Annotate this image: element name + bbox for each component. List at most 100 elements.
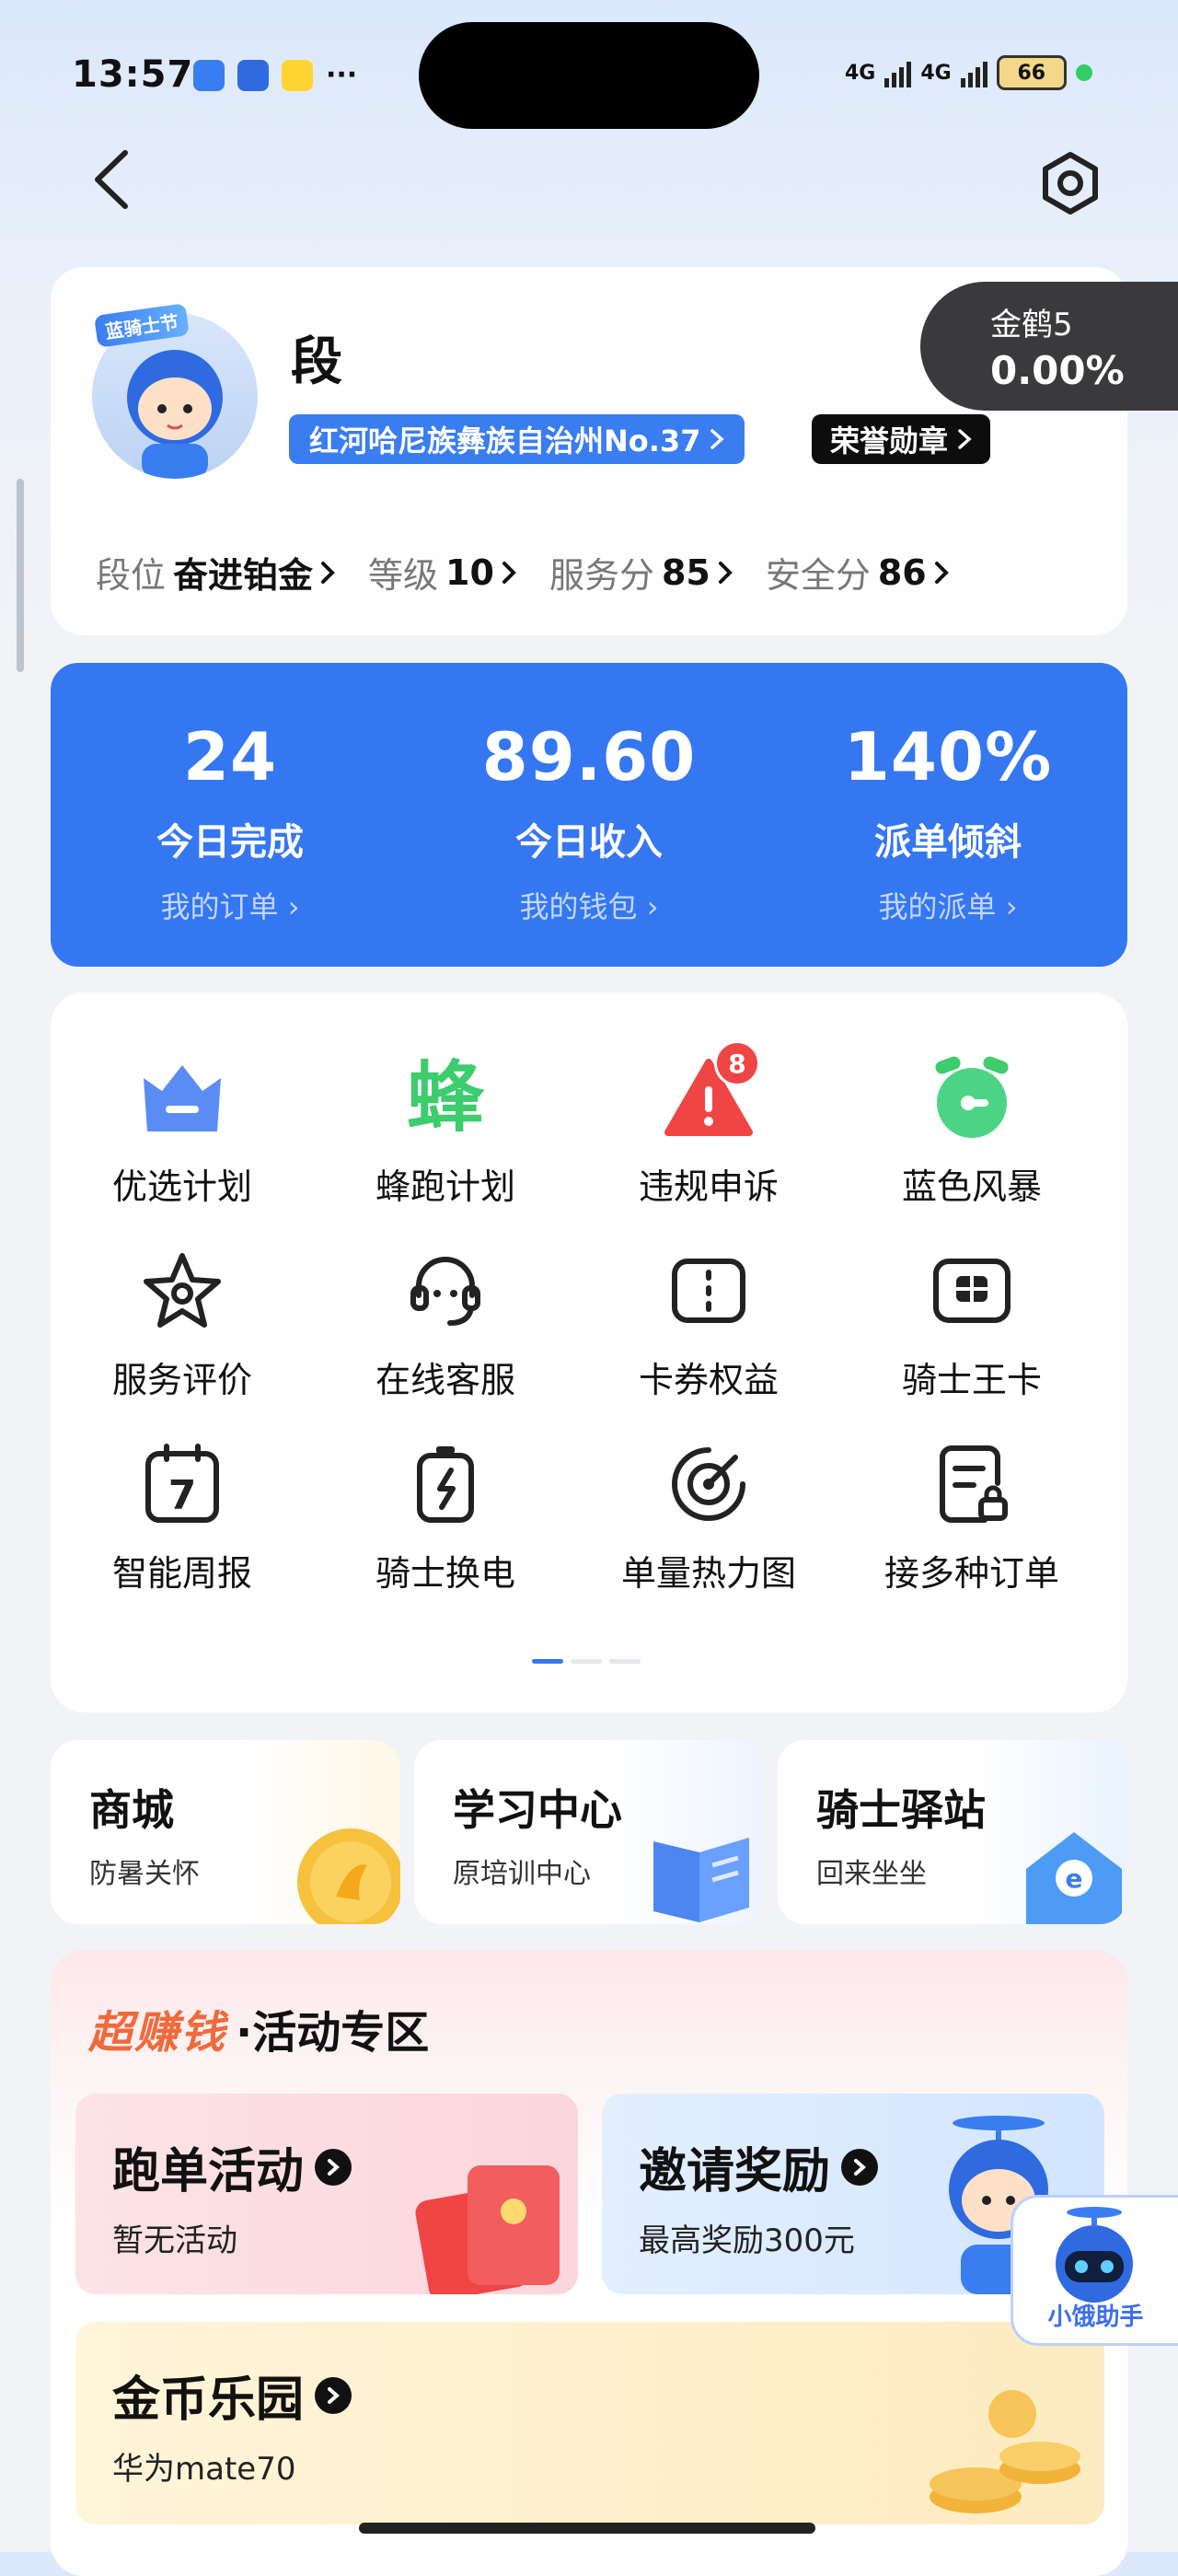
pager-dot bbox=[609, 1659, 641, 1664]
run-activity-subtitle: 暂无活动 bbox=[112, 2222, 237, 2259]
chevron-right-icon bbox=[710, 429, 725, 449]
chevron-right-icon bbox=[841, 2148, 879, 2186]
grid-item-label: 智能周报 bbox=[111, 1553, 252, 1594]
stat-key: 服务分 bbox=[549, 555, 654, 596]
summary-link[interactable]: 我的订单 › bbox=[51, 884, 410, 926]
summary-link[interactable]: 我的钱包 › bbox=[410, 884, 768, 926]
grid-item-blue-storm[interactable]: 蓝色风暴 bbox=[840, 1051, 1103, 1209]
run-activity-title: 跑单活动 bbox=[112, 2144, 305, 2199]
dynamic-island bbox=[419, 22, 759, 129]
bee-run-icon: 蜂 bbox=[406, 1052, 484, 1143]
grid-item-label: 蓝色风暴 bbox=[901, 1166, 1042, 1207]
signal-icon bbox=[884, 58, 912, 87]
grid-item-label: 违规申诉 bbox=[638, 1166, 779, 1207]
stat-value: 85 bbox=[661, 551, 710, 593]
summary-completed[interactable]: 24 今日完成 我的订单 › bbox=[51, 718, 410, 926]
summary-number: 89.60 bbox=[481, 718, 697, 795]
grid-item-multi-orders[interactable]: 接多种订单 bbox=[840, 1438, 1103, 1595]
gold-coin-icon bbox=[297, 1828, 400, 1924]
chevron-right-icon bbox=[958, 429, 972, 449]
grid-pager bbox=[532, 1659, 641, 1664]
coin-park-subtitle: 华为mate70 bbox=[112, 2451, 296, 2488]
mini-card-subtitle: 回来坐坐 bbox=[816, 1858, 927, 1890]
invite-reward-subtitle: 最高奖励300元 bbox=[639, 2222, 855, 2259]
profile-stats-row: 段位 奋进铂金 等级 10 服务分 85 安全分 86 bbox=[96, 547, 949, 598]
stat-value: 奋进铂金 bbox=[173, 555, 314, 596]
grid-item-label: 蜂跑计划 bbox=[375, 1166, 515, 1207]
chevron-right-icon bbox=[718, 561, 733, 584]
stat-service-score[interactable]: 服务分 85 bbox=[549, 547, 733, 598]
learning-center-card[interactable]: 学习中心 原培训中心 bbox=[414, 1740, 764, 1924]
stat-key: 段位 bbox=[96, 555, 167, 596]
region-rank-label: 红河哈尼族彝族自治州No.37 bbox=[309, 424, 701, 458]
invite-reward-title: 邀请奖励 bbox=[639, 2144, 831, 2199]
grid-item-heatmap[interactable]: 单量热力图 bbox=[577, 1438, 840, 1595]
app-notification-icon bbox=[237, 59, 269, 91]
gear-icon bbox=[1043, 152, 1098, 215]
region-rank-tag[interactable]: 红河哈尼族彝族自治州No.37 bbox=[289, 414, 745, 464]
summary-dispatch[interactable]: 140% 派单倾斜 我的派单 › bbox=[768, 718, 1127, 926]
grid-item-label: 卡券权益 bbox=[638, 1360, 779, 1400]
chevron-right-icon bbox=[321, 561, 335, 584]
stat-rank[interactable]: 段位 奋进铂金 bbox=[96, 547, 335, 598]
grid-item-knight-card[interactable]: 骑士王卡 bbox=[840, 1245, 1103, 1402]
chevron-right-icon bbox=[502, 561, 516, 584]
status-app-icons: ··· bbox=[193, 59, 357, 91]
activity-title-label: ·活动专区 bbox=[236, 2007, 430, 2059]
heatmap-icon bbox=[663, 1438, 755, 1530]
coin-park-card[interactable]: 金币乐园 华为mate70 bbox=[75, 2322, 1104, 2524]
summary-label: 派单倾斜 bbox=[874, 821, 1022, 864]
alarm-clock-icon bbox=[926, 1051, 1018, 1143]
stat-key: 等级 bbox=[368, 555, 439, 596]
grid-item-label: 服务评价 bbox=[111, 1360, 252, 1400]
crown-icon bbox=[136, 1051, 228, 1143]
scroll-indicator bbox=[17, 479, 24, 672]
robot-assistant-icon bbox=[1056, 2207, 1133, 2303]
summary-income[interactable]: 89.60 今日收入 我的钱包 › bbox=[410, 718, 768, 926]
activity-zone-title: 超赚钱 ·活动专区 bbox=[88, 1996, 429, 2060]
assistant-button[interactable]: 小饿助手 bbox=[1011, 2195, 1178, 2346]
order-doc-icon bbox=[926, 1438, 1018, 1530]
grid-item-online-support[interactable]: 在线客服 bbox=[314, 1245, 577, 1402]
grid-item-bee-run-plan[interactable]: 蜂 蜂跑计划 bbox=[314, 1051, 577, 1209]
rider-station-card[interactable]: 骑士驿站 回来坐坐 e bbox=[778, 1740, 1127, 1924]
summary-number: 140% bbox=[843, 718, 1053, 795]
grid-item-label: 骑士换电 bbox=[375, 1553, 515, 1594]
chevron-left-icon bbox=[95, 150, 128, 209]
privacy-dot-icon bbox=[1075, 64, 1092, 81]
stat-value: 10 bbox=[445, 551, 494, 593]
summary-link[interactable]: 我的派单 › bbox=[768, 884, 1127, 926]
grid-item-appeal[interactable]: 8 违规申诉 bbox=[577, 1040, 840, 1209]
battery-icon: 66 bbox=[996, 55, 1067, 90]
book-icon bbox=[653, 1838, 749, 1922]
stat-safety-score[interactable]: 安全分 86 bbox=[766, 547, 949, 598]
grid-item-preferred-plan[interactable]: 优选计划 bbox=[51, 1051, 314, 1209]
level-value: 0.00% bbox=[990, 348, 1125, 393]
back-button[interactable] bbox=[85, 147, 140, 212]
honor-medal-tag[interactable]: 荣誉勋章 bbox=[812, 414, 991, 464]
status-time: 13:57 bbox=[72, 53, 194, 96]
headset-icon bbox=[399, 1245, 491, 1337]
pager-dot bbox=[571, 1659, 602, 1664]
stat-level[interactable]: 等级 10 bbox=[368, 547, 516, 598]
grid-item-label: 优选计划 bbox=[111, 1166, 252, 1207]
chevron-right-icon bbox=[934, 561, 949, 584]
mini-card-title: 商城 bbox=[89, 1785, 174, 1835]
grid-item-battery-swap[interactable]: 骑士换电 bbox=[314, 1438, 577, 1595]
summary-label: 今日收入 bbox=[515, 821, 663, 864]
mini-card-subtitle: 防暑关怀 bbox=[89, 1858, 200, 1890]
grid-item-service-review[interactable]: 服务评价 bbox=[51, 1245, 314, 1402]
settings-button[interactable] bbox=[1038, 151, 1103, 215]
more-notifications: ··· bbox=[326, 59, 358, 91]
grid-item-weekly-report[interactable]: 7 智能周报 bbox=[51, 1438, 314, 1595]
status-indicators: 4G 4G 66 bbox=[845, 55, 1092, 90]
honor-medal-label: 荣誉勋章 bbox=[830, 424, 949, 458]
activity-hot-label: 超赚钱 bbox=[88, 2007, 227, 2059]
grid-item-label: 在线客服 bbox=[375, 1360, 515, 1400]
warning-icon: 8 bbox=[663, 1040, 760, 1143]
home-indicator[interactable] bbox=[359, 2523, 815, 2534]
run-activity-card[interactable]: 跑单活动 暂无活动 bbox=[75, 2094, 578, 2294]
level-pill[interactable]: 金鹤5 0.00% bbox=[920, 282, 1178, 411]
grid-item-coupons[interactable]: 卡券权益 bbox=[577, 1245, 840, 1402]
mall-card[interactable]: 商城 防暑关怀 bbox=[51, 1740, 400, 1924]
